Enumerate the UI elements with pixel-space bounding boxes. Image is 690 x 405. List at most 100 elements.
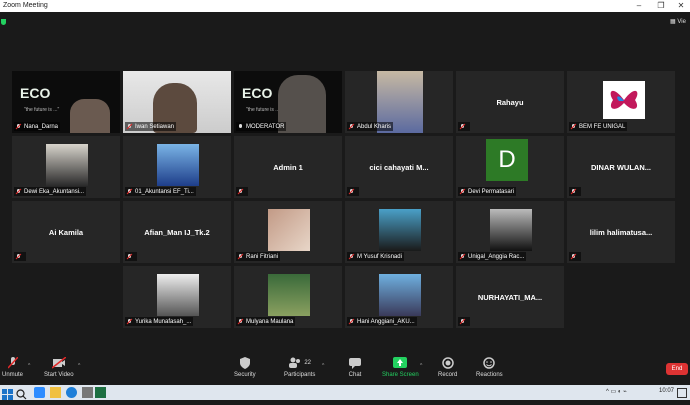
participant-tile[interactable]: Abdul Kharis	[345, 71, 453, 133]
participant-tile[interactable]: Hani Anggiani_AKU...	[345, 266, 453, 328]
participant-name: Rani Fitriani	[246, 253, 279, 260]
meeting-toolbar: Unmute ^ Start Video ^ Security 22 Parti…	[0, 355, 690, 385]
participant-tile-active-speaker[interactable]: ECO "the future is ..." MODERATOR	[234, 71, 342, 133]
shield-icon[interactable]	[1, 19, 6, 25]
participant-label	[458, 122, 470, 131]
participant-video	[268, 209, 310, 251]
participant-name: Iwan Setiawan	[135, 123, 175, 130]
slide-logo: ECO	[242, 85, 273, 101]
share-screen-icon	[393, 357, 408, 369]
share-screen-button[interactable]: Share Screen	[382, 357, 419, 378]
participant-label: M Yusuf Krisnadi	[347, 252, 404, 261]
participant-tile[interactable]: Admin 1	[234, 136, 342, 198]
participants-button[interactable]: 22 Participants	[284, 357, 315, 378]
file-explorer-icon[interactable]	[50, 387, 61, 398]
participant-display-name: lilim halimatusa...	[589, 227, 653, 237]
security-button[interactable]: Security	[234, 357, 256, 378]
windows-start-icon[interactable]	[2, 387, 13, 400]
participant-name: Hani Anggiani_AKU...	[357, 318, 415, 325]
butterfly-logo-icon	[610, 90, 638, 109]
participant-display-name: Admin 1	[273, 162, 303, 172]
participant-tile[interactable]: Rahayu	[456, 71, 564, 133]
app-icon[interactable]	[82, 387, 93, 398]
participant-label: Nana_Darna	[14, 122, 61, 131]
participant-tile[interactable]: Mulyana Maulana	[234, 266, 342, 328]
participant-display-name: Ai Kamila	[48, 227, 84, 237]
restore-icon[interactable]: ❐	[652, 0, 670, 12]
chat-label: Chat	[348, 372, 362, 378]
edge-browser-icon[interactable]	[66, 387, 77, 398]
participant-tile[interactable]: Afian_Man IJ_Tk.2	[123, 201, 231, 263]
title-bar: Zoom Meeting – ❐ ✕	[0, 0, 690, 12]
view-button[interactable]: ▦ Vie	[670, 18, 686, 25]
muted-mic-icon	[238, 318, 243, 325]
participants-label: Participants	[284, 372, 316, 378]
reactions-button[interactable]: Reactions	[476, 357, 503, 378]
participant-tile[interactable]: lilim halimatusa...	[567, 201, 675, 263]
excel-icon[interactable]	[95, 387, 106, 398]
participant-label: BEM FE UNIGAL	[569, 122, 628, 131]
participant-tile[interactable]: Unigal_Anggia Rac...	[456, 201, 564, 263]
participant-tile[interactable]: M Yusuf Krisnadi	[345, 201, 453, 263]
end-button[interactable]: End	[666, 363, 688, 375]
participant-label: MODERATOR	[236, 122, 287, 131]
participants-caret-icon[interactable]: ^	[322, 363, 324, 369]
muted-mic-icon	[571, 188, 576, 195]
view-icon: ▦	[670, 19, 676, 25]
participant-tile[interactable]: Ai Kamila	[12, 201, 120, 263]
participant-label: 01_Akuntansi EF_Ti...	[125, 187, 196, 196]
participant-tile[interactable]: Rani Fitriani	[234, 201, 342, 263]
muted-mic-icon	[460, 318, 465, 325]
start-video-button[interactable]: Start Video	[44, 357, 74, 378]
clock[interactable]: 10:07	[659, 388, 674, 394]
audio-options-caret-icon[interactable]: ^	[28, 363, 30, 369]
participant-label: Unigal_Anggia Rac...	[458, 252, 527, 261]
share-options-caret-icon[interactable]: ^	[420, 363, 422, 369]
muted-mic-icon	[16, 253, 21, 260]
participant-label: Yurika Munafasah_...	[125, 317, 194, 326]
participant-tile[interactable]: BEM FE UNIGAL	[567, 71, 675, 133]
video-options-caret-icon[interactable]: ^	[78, 363, 80, 369]
muted-mic-icon	[349, 318, 354, 325]
share-screen-label: Share Screen	[382, 372, 419, 378]
participant-tile[interactable]: cici cahayati M...	[345, 136, 453, 198]
muted-mic-icon	[460, 123, 465, 130]
muted-mic-icon	[127, 188, 132, 195]
profile-picture	[603, 81, 645, 119]
participant-tile[interactable]: 01_Akuntansi EF_Ti...	[123, 136, 231, 198]
participant-display-name: NURHAYATI_MA...	[477, 292, 543, 302]
participant-tile[interactable]: Yurika Munafasah_...	[123, 266, 231, 328]
participant-tile[interactable]: D Devi Permatasari	[456, 136, 564, 198]
tray-icons[interactable]: ^ ▭ ◐ ⌁	[606, 388, 627, 395]
participant-label: Hani Anggiani_AKU...	[347, 317, 417, 326]
notification-icon[interactable]	[677, 388, 687, 398]
participant-video	[70, 99, 110, 133]
chat-button[interactable]: Chat	[348, 357, 362, 378]
os-taskbar: ^ ▭ ◐ ⌁ 10:07	[0, 385, 690, 400]
chat-icon	[348, 357, 362, 369]
unmute-button[interactable]: Unmute	[2, 357, 23, 378]
participant-video	[157, 274, 199, 316]
participant-tile[interactable]: Iwan Setiawan	[123, 71, 231, 133]
search-icon[interactable]	[16, 387, 27, 400]
mic-icon	[238, 123, 243, 130]
participant-tile[interactable]: Dewi Eka_Akuntansi...	[12, 136, 120, 198]
record-button[interactable]: Record	[438, 357, 457, 378]
participant-video	[268, 274, 310, 316]
close-icon[interactable]: ✕	[672, 0, 690, 12]
muted-mic-icon	[460, 188, 465, 195]
start-video-label: Start Video	[44, 372, 74, 378]
avatar: D	[486, 139, 528, 181]
participant-tile[interactable]: DINAR WULAN...	[567, 136, 675, 198]
participant-label: Dewi Eka_Akuntansi...	[14, 187, 87, 196]
minimize-icon[interactable]: –	[630, 0, 648, 12]
participant-name: Nana_Darna	[24, 123, 59, 130]
participant-label: Mulyana Maulana	[236, 317, 296, 326]
participant-video	[379, 209, 421, 251]
zoom-app-icon[interactable]	[34, 387, 45, 398]
gallery-view: ▦ Vie ECO "the future is ..." Nana_Darna…	[0, 12, 690, 355]
participant-tile[interactable]: NURHAYATI_MA...	[456, 266, 564, 328]
participants-count: 22	[304, 360, 312, 366]
participant-label	[569, 252, 581, 261]
participant-tile[interactable]: ECO "the future is ..." Nana_Darna	[12, 71, 120, 133]
